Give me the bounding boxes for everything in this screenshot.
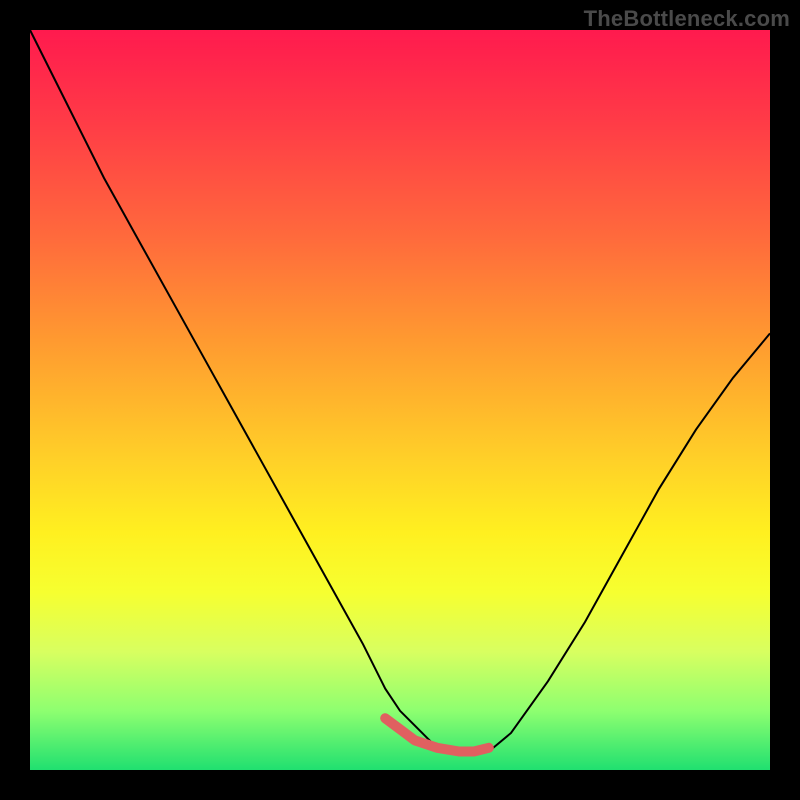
curve-series — [30, 30, 770, 755]
highlight-series — [385, 718, 489, 751]
chart-frame: TheBottleneck.com — [0, 0, 800, 800]
watermark-text: TheBottleneck.com — [584, 6, 790, 32]
plot-svg — [30, 30, 770, 770]
plot-area — [30, 30, 770, 770]
